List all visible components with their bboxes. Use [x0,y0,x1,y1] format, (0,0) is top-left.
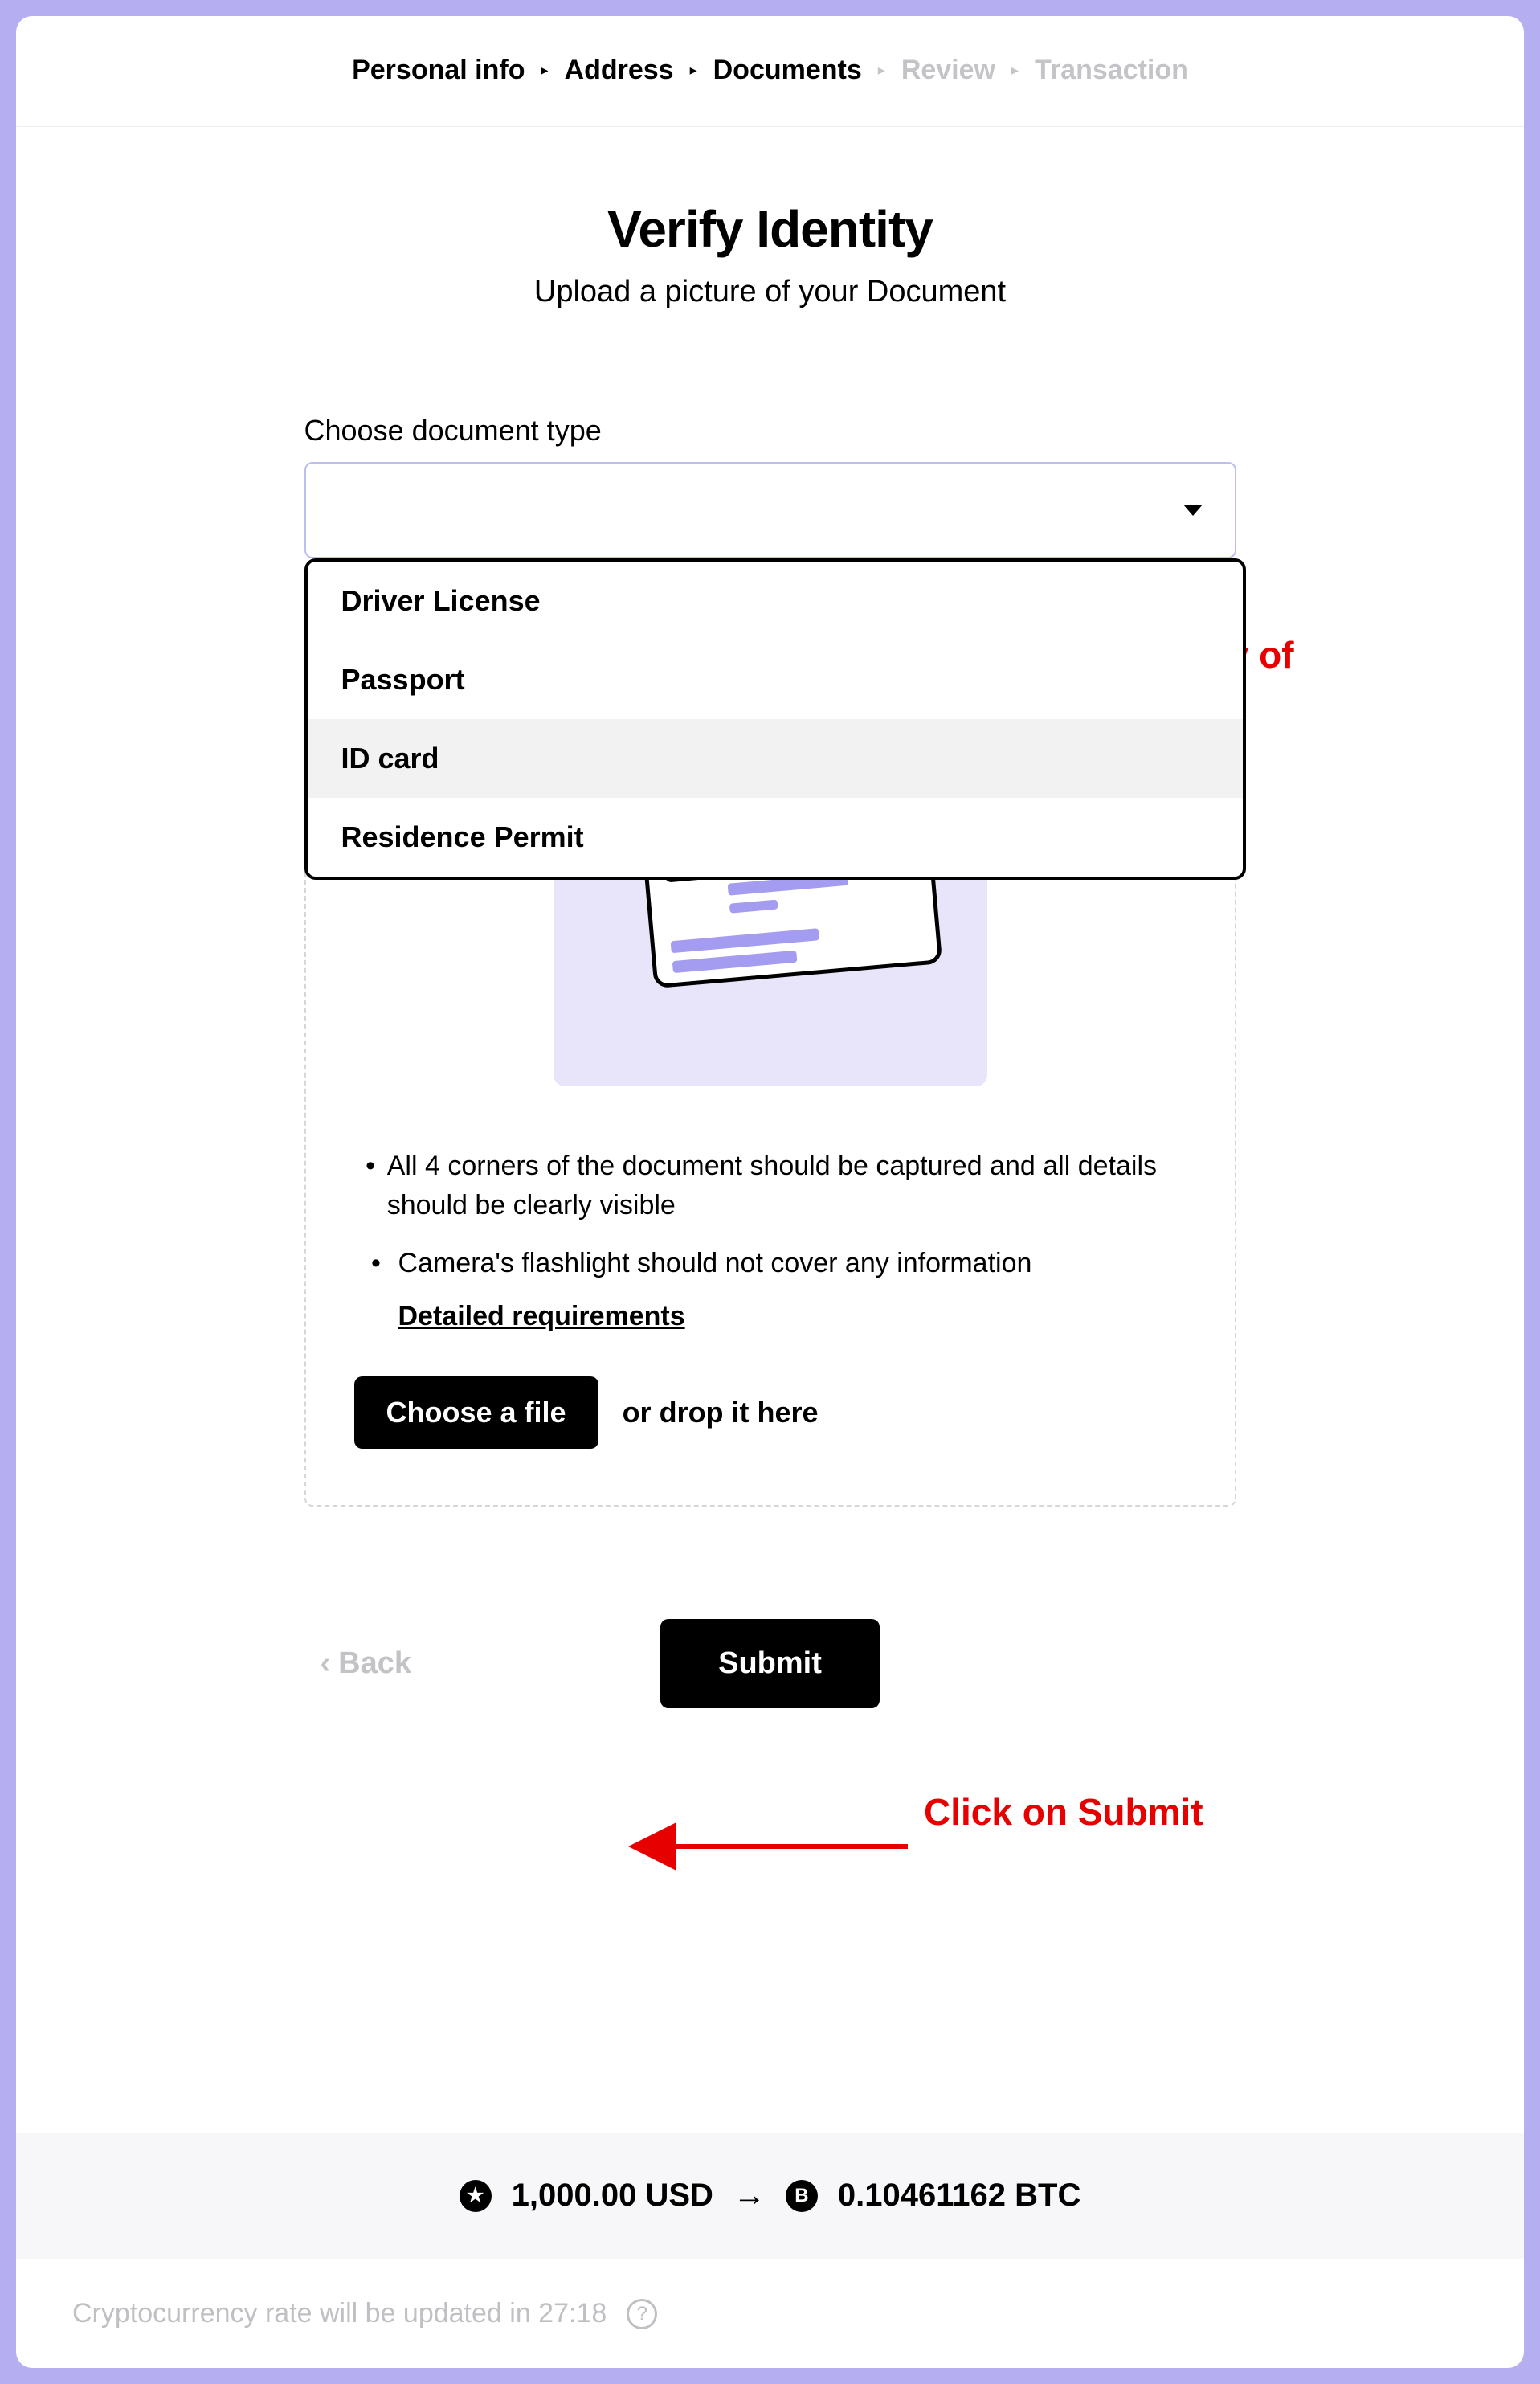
chevron-left-icon: ‹ [321,1646,331,1681]
content-area: Verify Identity Upload a picture of your… [16,127,1524,2133]
document-type-label: Choose document type [304,414,1236,448]
detailed-requirements-link[interactable]: Detailed requirements [398,1301,685,1332]
annotation-click-submit: Click on Submit [924,1790,1245,1834]
chevron-icon: ▸ [541,62,548,79]
requirement-text: All 4 corners of the document should be … [387,1147,1187,1226]
page-subtitle: Upload a picture of your Document [534,275,1006,309]
chevron-icon: ▸ [1011,62,1019,79]
submit-button[interactable]: Submit [660,1619,880,1708]
back-button[interactable]: ‹ Back [321,1646,412,1681]
step-transaction: Transaction [1035,55,1188,86]
document-type-field: Choose document type Driver License Pass… [304,414,1236,558]
option-passport[interactable]: Passport [308,640,1243,719]
btc-icon: B [786,2180,818,2212]
option-id-card[interactable]: ID card [308,719,1243,798]
from-amount: 1,000.00 USD [512,2177,713,2214]
chevron-icon: ▸ [690,62,697,79]
document-type-dropdown: Driver License Passport ID card Residenc… [304,558,1246,880]
option-driver-license[interactable]: Driver License [308,562,1243,640]
option-residence-permit[interactable]: Residence Permit [308,798,1243,877]
rate-update-text: Cryptocurrency rate will be updated in 2… [72,2298,607,2329]
usd-icon: ★ [460,2180,492,2212]
breadcrumb: Personal info ▸ Address ▸ Documents ▸ Re… [16,16,1524,127]
status-bar: Cryptocurrency rate will be updated in 2… [16,2259,1524,2368]
step-review: Review [901,55,995,86]
verify-identity-window: Personal info ▸ Address ▸ Documents ▸ Re… [16,16,1524,2368]
requirement-item: • All 4 corners of the document should b… [354,1147,1187,1226]
document-type-select[interactable] [304,462,1236,558]
page-title: Verify Identity [607,199,933,259]
requirements-list: • All 4 corners of the document should b… [354,1147,1187,1332]
requirement-text: Camera's flashlight should not cover any… [398,1244,1032,1283]
upload-card: • All 4 corners of the document should b… [304,799,1236,1507]
step-documents[interactable]: Documents [713,55,862,86]
requirement-item: • Camera's flashlight should not cover a… [354,1244,1187,1283]
annotation-arrow-icon [651,1822,932,1871]
step-personal-info[interactable]: Personal info [352,55,525,86]
file-chooser-row: Choose a file or drop it here [354,1376,1187,1449]
rate-bar: ★ 1,000.00 USD → B 0.10461162 BTC [16,2133,1524,2259]
help-icon[interactable]: ? [627,2299,657,2329]
arrow-right-icon: → [733,2177,766,2214]
drop-hint: or drop it here [623,1396,819,1429]
step-address[interactable]: Address [565,55,674,86]
nav-row: ‹ Back Submit [304,1619,1236,1708]
chevron-icon: ▸ [878,62,885,79]
chevron-down-icon [1183,505,1203,516]
choose-file-button[interactable]: Choose a file [354,1376,598,1449]
to-amount: 0.10461162 BTC [838,2177,1080,2214]
back-label: Back [338,1646,411,1681]
